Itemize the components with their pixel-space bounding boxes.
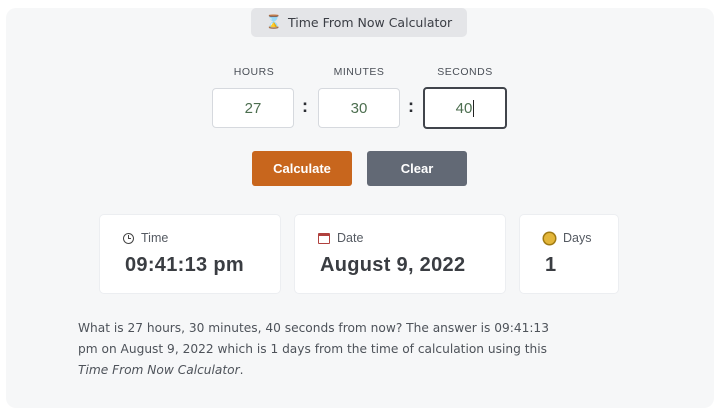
time-result-value: 09:41:13 pm: [125, 254, 244, 276]
hours-minutes-separator: :: [302, 96, 308, 116]
minutes-value: 30: [350, 99, 368, 117]
description-line-1: What is 27 hours, 30 minutes, 40 seconds…: [78, 321, 549, 335]
clear-button[interactable]: Clear: [367, 151, 467, 186]
seconds-input[interactable]: 40: [423, 87, 507, 129]
hours-label: HOURS: [233, 66, 275, 78]
time-result-card: Time 09:41:13 pm: [100, 215, 280, 293]
date-result-caption: Date: [318, 231, 363, 245]
calculate-button[interactable]: Calculate: [252, 151, 352, 186]
sun-icon: [544, 232, 555, 244]
time-result-caption: Time: [123, 231, 168, 245]
time-result-label: Time: [141, 231, 169, 245]
date-result-value: August 9, 2022: [320, 254, 466, 276]
hours-input[interactable]: 27: [212, 88, 294, 128]
hourglass-icon: ⌛: [265, 15, 282, 30]
days-result-label: Days: [563, 231, 592, 245]
minutes-seconds-separator: :: [408, 96, 414, 116]
date-result-card: Date August 9, 2022: [295, 215, 505, 293]
description-line-3: Time From Now Calculator.: [78, 360, 658, 381]
result-description: What is 27 hours, 30 minutes, 40 seconds…: [78, 318, 658, 381]
calculator-name-link[interactable]: Time From Now Calculator: [78, 363, 240, 377]
hours-value: 27: [244, 99, 262, 117]
days-result-card: Days 1: [520, 215, 618, 293]
text-caret: [473, 99, 475, 117]
minutes-label: MINUTES: [333, 66, 385, 78]
calculator-title: ⌛ Time From Now Calculator: [251, 8, 467, 37]
calendar-icon: [318, 232, 330, 244]
seconds-value: 40: [455, 99, 473, 117]
description-period: .: [239, 363, 244, 377]
date-result-label: Date: [337, 231, 364, 245]
clock-icon: [123, 232, 134, 244]
days-result-value: 1: [545, 254, 557, 276]
calculator-title-text: Time From Now Calculator: [288, 15, 453, 30]
days-result-caption: Days: [544, 231, 591, 245]
description-line-2: pm on August 9, 2022 which is 1 days fro…: [78, 342, 547, 356]
seconds-label: SECONDS: [437, 66, 493, 78]
minutes-input[interactable]: 30: [318, 88, 400, 128]
